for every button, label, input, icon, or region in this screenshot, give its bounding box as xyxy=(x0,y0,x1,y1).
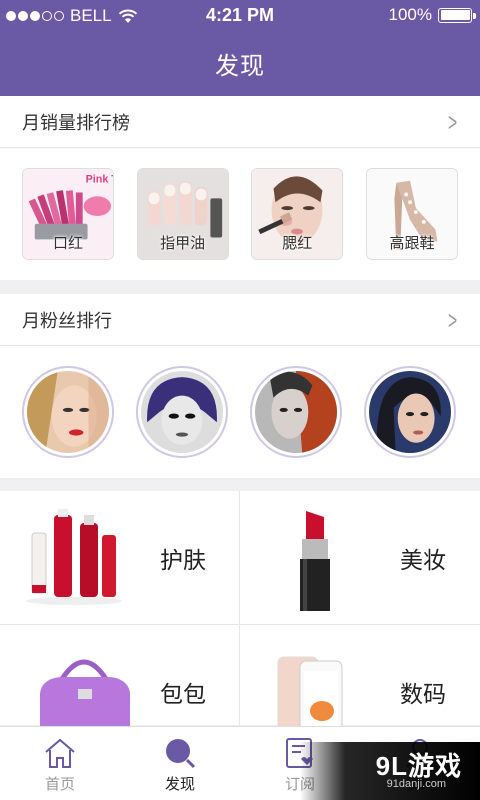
avatar xyxy=(369,371,451,453)
monthly-fans-title: 月粉丝排行 xyxy=(22,310,112,331)
monthly-sales-header[interactable]: 月销量排行榜 > xyxy=(0,96,480,148)
product-nail-polish[interactable]: 指甲油 xyxy=(136,168,229,260)
chevron-right-icon: > xyxy=(447,304,457,335)
page-title: 发现 xyxy=(215,53,265,80)
category-label: 包包 xyxy=(160,681,206,707)
search-icon xyxy=(166,739,196,769)
category-bags[interactable]: 包包 xyxy=(0,625,240,749)
chevron-right-icon: > xyxy=(447,106,457,137)
tab-home[interactable]: 首页 xyxy=(0,727,120,800)
category-makeup[interactable]: 美妆 xyxy=(240,491,480,625)
avatar xyxy=(141,371,223,453)
product-label: 口红 xyxy=(52,235,83,252)
watermark-site: 91danji.com xyxy=(386,778,446,790)
app-header: BELL 4:21 PM 100% 发现 xyxy=(0,0,480,96)
tab-label: 首页 xyxy=(44,776,75,793)
lipstick-image xyxy=(300,511,330,611)
product-label: 指甲油 xyxy=(160,235,206,252)
tab-discover[interactable]: 发现 xyxy=(120,727,240,800)
category-label: 护肤 xyxy=(160,547,206,573)
home-icon xyxy=(45,738,75,768)
product-lipstick[interactable]: Pink Ta 口红 xyxy=(22,168,114,260)
fan-avatar-3[interactable] xyxy=(250,366,342,458)
skincare-image xyxy=(26,509,122,605)
product-high-heels[interactable]: 高跟鞋 xyxy=(365,168,458,260)
battery-percent: 100% xyxy=(388,5,432,24)
watermark: 9L游戏 91danji.com xyxy=(300,742,480,800)
monthly-fans-section: 月粉丝排行 > xyxy=(0,294,480,478)
fan-avatar-1[interactable] xyxy=(22,366,114,458)
product-blush[interactable]: 腮红 xyxy=(251,168,344,260)
lipstick-brand: Pink Ta xyxy=(86,174,113,186)
category-label: 数码 xyxy=(400,681,446,707)
category-label: 美妆 xyxy=(400,547,446,573)
fan-avatar-4[interactable] xyxy=(364,366,456,458)
product-label: 腮红 xyxy=(282,235,313,252)
monthly-sales-title: 月销量排行榜 xyxy=(22,112,130,133)
tab-label: 发现 xyxy=(164,776,195,793)
fan-avatar-2[interactable] xyxy=(136,366,228,458)
avatar xyxy=(27,371,109,453)
monthly-sales-section: 月销量排行榜 > Pink Ta 口红 xyxy=(0,96,480,280)
category-skincare[interactable]: 护肤 xyxy=(0,491,240,625)
avatar xyxy=(255,371,337,453)
battery-icon xyxy=(438,7,476,23)
product-label: 高跟鞋 xyxy=(389,235,435,252)
category-digital[interactable]: 数码 xyxy=(240,625,480,753)
category-grid: 护肤 美妆 包包 数码 xyxy=(0,491,480,753)
monthly-fans-header[interactable]: 月粉丝排行 > xyxy=(0,294,480,346)
status-bar: BELL 4:21 PM 100% xyxy=(0,0,480,32)
